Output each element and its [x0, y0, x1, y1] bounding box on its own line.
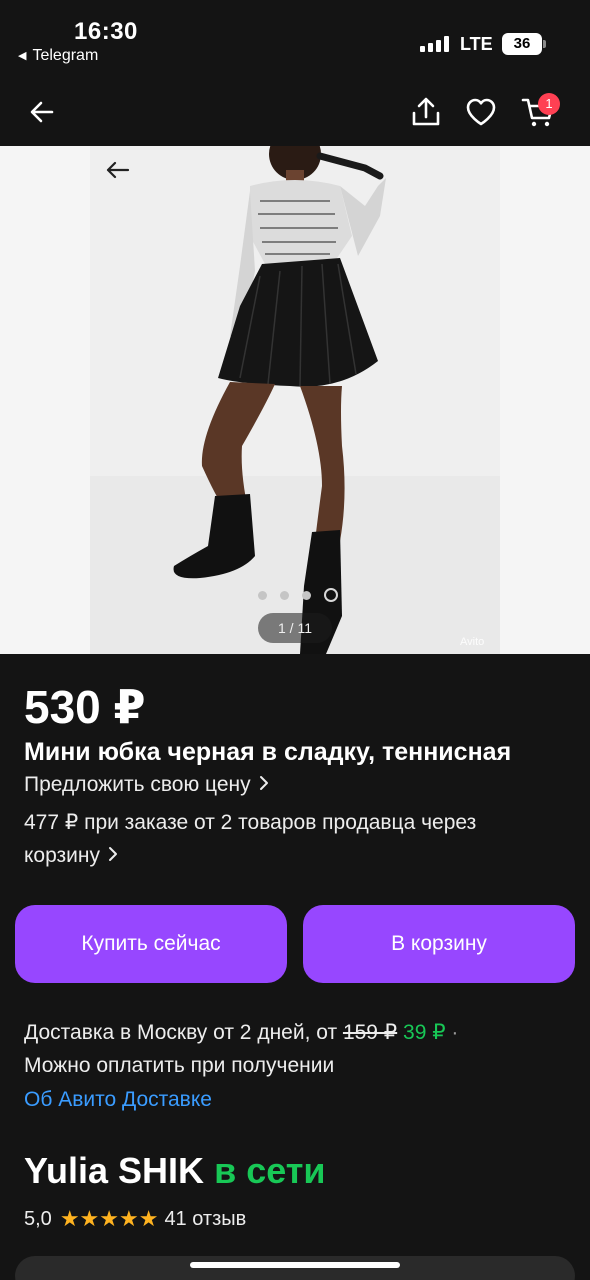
- chevron-right-icon: [259, 773, 269, 797]
- bundle-discount-link[interactable]: 477 ₽ при заказе от 2 товаров продавца ч…: [24, 806, 544, 872]
- status-time: 16:30: [74, 18, 138, 45]
- offer-price-link[interactable]: Предложить свою цену: [24, 773, 269, 797]
- chevron-right-icon: [108, 839, 118, 872]
- seller-rating-value: 5,0: [24, 1207, 52, 1230]
- battery-icon: 36: [502, 33, 546, 55]
- cart-count-badge: 1: [538, 93, 560, 115]
- pagination-dot[interactable]: [280, 590, 289, 600]
- seller-name: Yulia SHIK: [24, 1150, 205, 1191]
- photo-counter: 1 / 11: [258, 613, 332, 643]
- product-photo: [90, 146, 500, 654]
- seller-rating-row[interactable]: 5,0 ★★★★★ 41 отзыв: [24, 1206, 246, 1232]
- payment-on-delivery-text: Можно оплатить при получении: [24, 1054, 335, 1077]
- share-icon[interactable]: [402, 88, 450, 136]
- avito-watermark: Avito: [460, 636, 485, 648]
- gallery-pagination-dots: [258, 588, 338, 602]
- offer-price-label: Предложить свою цену: [24, 773, 251, 796]
- pagination-dot[interactable]: [302, 590, 311, 600]
- back-to-app-link[interactable]: ◀ Telegram: [18, 47, 98, 65]
- top-nav-bar: [0, 80, 590, 146]
- delivery-new-price: 39 ₽: [403, 1021, 446, 1044]
- rating-stars-icon: ★★★★★: [59, 1206, 159, 1231]
- back-arrow-icon[interactable]: [18, 88, 66, 136]
- bundle-discount-label: 477 ₽ при заказе от 2 товаров продавца ч…: [24, 811, 477, 867]
- status-bar: 16:30 ◀ Telegram LTE 36: [0, 0, 590, 80]
- signal-icon: [420, 36, 450, 52]
- seller-name-row[interactable]: Yulia SHIK в сети: [24, 1150, 326, 1192]
- add-to-cart-button[interactable]: В корзину: [303, 905, 575, 983]
- seller-online-status: в сети: [214, 1150, 326, 1191]
- seller-reviews-count: 41 отзыв: [164, 1207, 247, 1230]
- buy-now-button[interactable]: Купить сейчас: [15, 905, 287, 983]
- about-avito-delivery-link[interactable]: Об Авито Доставке: [24, 1088, 212, 1112]
- gallery-back-arrow-icon[interactable]: [100, 152, 136, 188]
- home-indicator: [190, 1262, 400, 1268]
- bottom-card: [15, 1256, 575, 1280]
- delivery-separator: ·: [451, 1021, 459, 1044]
- pagination-dot[interactable]: [258, 590, 267, 600]
- heart-icon[interactable]: [457, 88, 505, 136]
- back-triangle-icon: ◀: [18, 50, 27, 62]
- delivery-info: Доставка в Москву от 2 дней, от 159 ₽ 39…: [24, 1020, 458, 1045]
- pagination-dot-active[interactable]: [324, 588, 338, 602]
- product-price: 530 ₽: [24, 681, 146, 733]
- delivery-text: Доставка в Москву от 2 дней, от: [24, 1021, 338, 1044]
- delivery-old-price: 159 ₽: [342, 1021, 398, 1044]
- product-title: Мини юбка черная в сладку, теннисная: [24, 738, 512, 766]
- network-type: LTE: [460, 34, 493, 54]
- back-app-label: Telegram: [32, 47, 99, 64]
- product-photo-gallery[interactable]: 1 / 11 Avito: [0, 146, 590, 654]
